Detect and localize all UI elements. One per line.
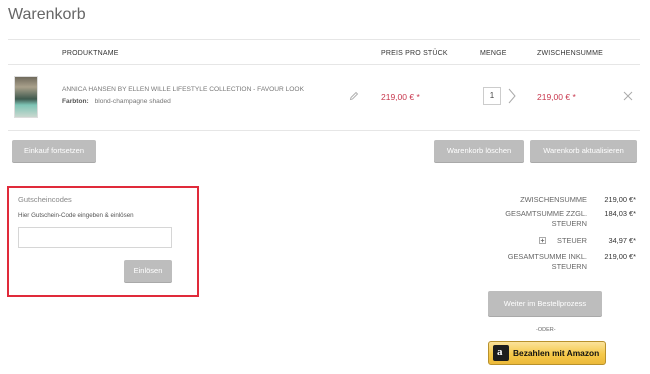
redeem-coupon-button[interactable]: Einlösen (124, 260, 172, 282)
proceed-checkout-button[interactable]: Weiter im Bestellprozess (488, 291, 602, 316)
attribute-label: Farbton: (62, 98, 89, 105)
coupon-code-input[interactable] (18, 227, 172, 248)
summary-total-excl-label: GESAMTSUMME ZZGL. STEUERN (505, 209, 587, 228)
amazon-pay-button[interactable]: a Bezahlen mit Amazon (488, 341, 606, 365)
column-header-product: PRODUKTNAME (62, 50, 119, 57)
clear-cart-button[interactable]: Warenkorb löschen (434, 140, 524, 162)
divider (8, 64, 640, 65)
quantity-input[interactable]: 1 (483, 87, 501, 105)
summary-tax-label: STEUER (557, 236, 587, 245)
column-header-subtotal: ZWISCHENSUMME (537, 50, 603, 57)
expand-tax-icon[interactable] (539, 237, 546, 244)
divider (8, 39, 640, 40)
summary-subtotal-label: ZWISCHENSUMME (520, 195, 587, 204)
product-attribute: Farbton: blond-champagne shaded (62, 98, 171, 105)
amazon-logo-icon: a (493, 345, 509, 361)
pencil-icon[interactable] (349, 91, 359, 101)
divider (8, 130, 640, 131)
page-title: Warenkorb (8, 6, 86, 23)
coupon-title: Gutscheincodes (18, 195, 72, 204)
product-name[interactable]: ANNICA HANSEN BY ELLEN WILLE LIFESTYLE C… (62, 86, 304, 93)
column-header-price: PREIS PRO STÜCK (381, 50, 448, 57)
attribute-value: blond-champagne shaded (94, 98, 171, 105)
column-header-quantity: MENGE (480, 50, 507, 57)
or-separator: -ODER- (536, 327, 556, 333)
product-thumbnail[interactable] (14, 76, 38, 118)
summary-total-incl-value: 219,00 €* (604, 252, 636, 261)
unit-price: 219,00 € * (381, 92, 420, 102)
summary-total-excl-value: 184,03 €* (604, 209, 636, 218)
continue-shopping-button[interactable]: Einkauf fortsetzen (12, 140, 96, 162)
summary-total-incl-label: GESAMTSUMME INKL. STEUERN (507, 252, 587, 271)
amazon-pay-label: Bezahlen mit Amazon (513, 348, 600, 358)
row-subtotal: 219,00 € * (537, 92, 576, 102)
summary-tax-value: 34,97 €* (608, 236, 636, 245)
update-cart-button[interactable]: Warenkorb aktualisieren (530, 140, 637, 162)
close-icon[interactable] (622, 90, 634, 102)
chevron-right-icon[interactable] (507, 88, 517, 104)
coupon-hint: Hier Gutschein-Code eingeben & einlösen (18, 212, 134, 219)
summary-subtotal-value: 219,00 €* (604, 195, 636, 204)
